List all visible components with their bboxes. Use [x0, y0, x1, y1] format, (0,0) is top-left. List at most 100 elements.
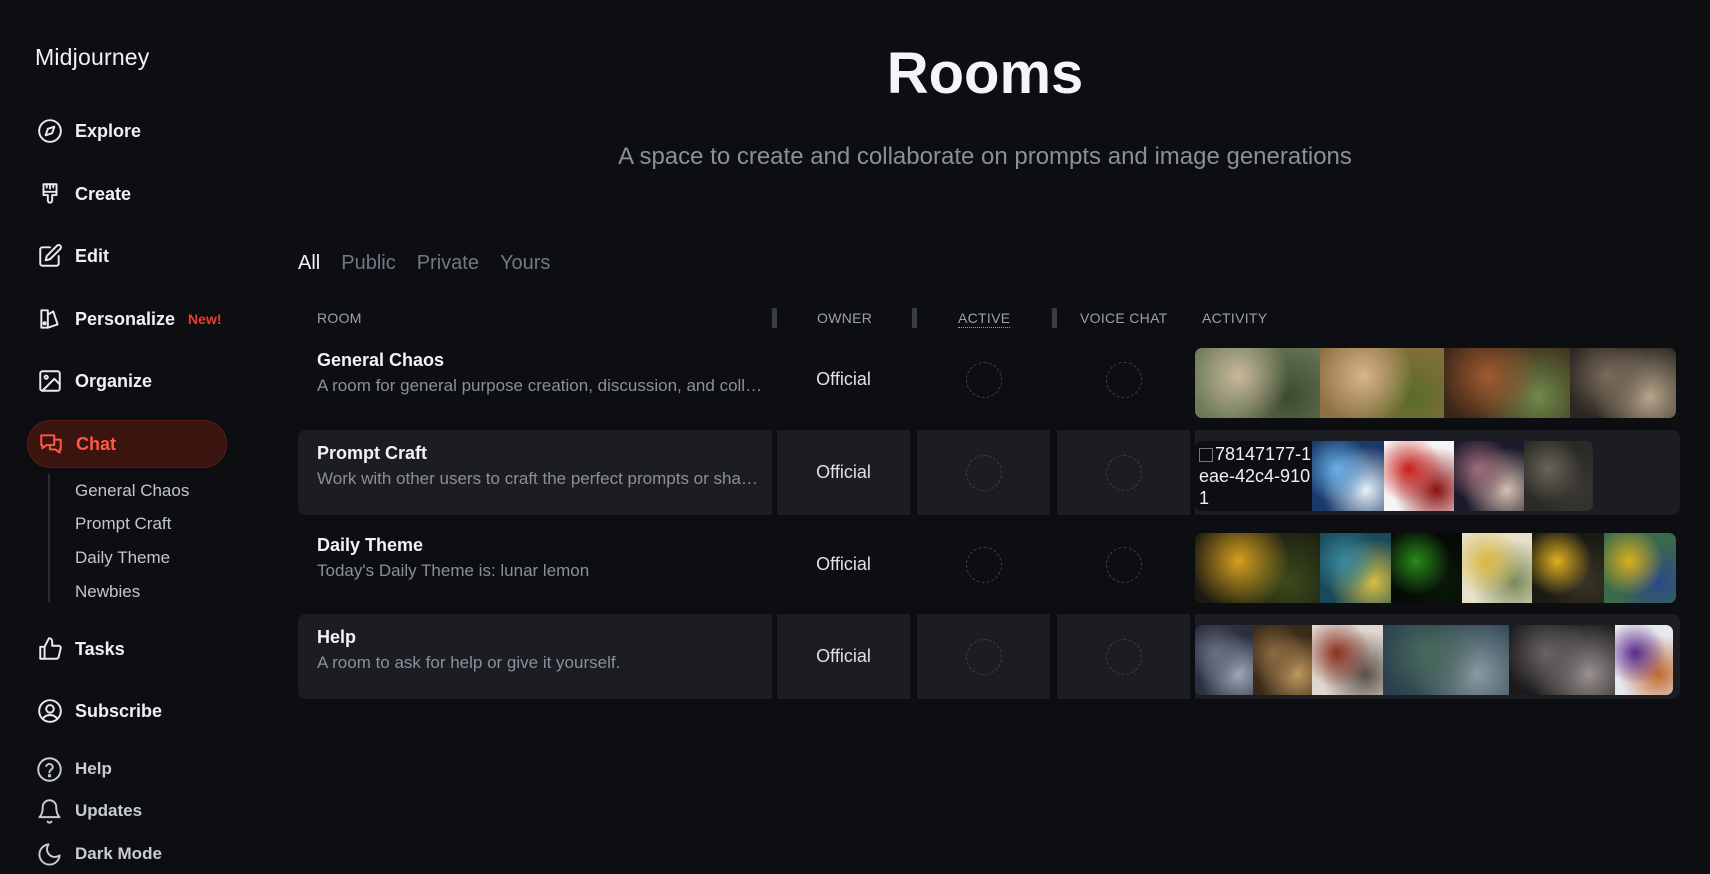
activity-thumbnail[interactable] — [1312, 625, 1383, 695]
activity-thumbnail[interactable] — [1462, 533, 1532, 603]
room-cell: General Chaos A room for general purpose… — [298, 337, 772, 422]
sidebar-item-dark-mode[interactable]: Dark Mode — [35, 838, 162, 870]
table-row[interactable]: Prompt Craft Work with other users to cr… — [298, 430, 1680, 515]
activity-thumbnail[interactable] — [1444, 348, 1570, 418]
room-description: Today's Daily Theme is: lunar lemon — [317, 561, 590, 580]
active-cell — [917, 614, 1050, 699]
sidebar-item-updates[interactable]: Updates — [35, 795, 142, 827]
sidebar-item-label: Personalize — [75, 308, 176, 329]
activity-thumbnail[interactable] — [1454, 441, 1524, 511]
active-users-placeholder — [965, 361, 1002, 398]
room-cell: Help A room to ask for help or give it y… — [298, 614, 772, 699]
activity-thumbnail[interactable] — [1195, 348, 1320, 418]
activity-thumbnail[interactable] — [1604, 533, 1676, 603]
compass-icon — [37, 118, 63, 144]
active-users-placeholder — [965, 454, 1002, 491]
sidebar-subitem-prompt-craft[interactable]: Prompt Craft — [75, 514, 171, 534]
room-name[interactable]: Prompt Craft — [317, 443, 427, 464]
activity-thumbnail[interactable] — [1524, 441, 1593, 511]
sidebar-item-label: Tasks — [75, 638, 125, 659]
activity-thumbnail[interactable] — [1320, 348, 1444, 418]
new-badge: New! — [188, 311, 222, 327]
sidebar-subitem-general-chaos[interactable]: General Chaos — [75, 481, 189, 501]
activity-thumbnail[interactable] — [1570, 348, 1676, 418]
thumbs-up-icon — [37, 636, 63, 662]
column-header-owner[interactable]: OWNER — [817, 310, 872, 326]
activity-thumbnail[interactable] — [1509, 625, 1615, 695]
paintbrush-icon — [37, 181, 63, 207]
activity-thumbnail[interactable] — [1615, 625, 1673, 695]
owner-name: Official — [816, 646, 871, 666]
column-header-room[interactable]: ROOM — [317, 310, 362, 326]
activity-cell — [1195, 522, 1680, 607]
tab-yours[interactable]: Yours — [500, 252, 550, 275]
bell-icon — [35, 797, 63, 825]
activity-thumbnail[interactable] — [1383, 625, 1509, 695]
owner-cell: Official — [777, 522, 910, 607]
activity-cell — [1195, 337, 1680, 422]
activity-thumbnail[interactable] — [1320, 533, 1391, 603]
chat-icon — [38, 431, 64, 457]
table-row[interactable]: Help A room to ask for help or give it y… — [298, 614, 1680, 699]
sidebar-item-label: Chat — [76, 433, 116, 454]
activity-thumbnail[interactable] — [1195, 533, 1320, 603]
activity-thumbnail[interactable] — [1532, 533, 1604, 603]
owner-cell: Official — [777, 337, 910, 422]
sidebar-item-chat[interactable]: Chat — [27, 420, 227, 468]
tab-public[interactable]: Public — [341, 252, 395, 275]
room-description: A room for general purpose creation, dis… — [317, 376, 763, 395]
tab-private[interactable]: Private — [417, 252, 479, 275]
filter-tabs: All Public Private Yours — [298, 252, 550, 275]
table-row[interactable]: General Chaos A room for general purpose… — [298, 337, 1680, 422]
sidebar-subitem-newbies[interactable]: Newbies — [75, 582, 140, 602]
activity-thumbnail[interactable] — [1384, 441, 1454, 511]
broken-image-thumbnail[interactable]: 78147177-1eae-42c4-9101 — [1195, 441, 1312, 511]
sidebar-item-create[interactable]: Create — [27, 170, 227, 218]
activity-thumbnail[interactable] — [1312, 441, 1384, 511]
sidebar-item-personalize[interactable]: Personalize New! — [27, 295, 227, 343]
column-header-active[interactable]: ACTIVE — [958, 310, 1011, 328]
sidebar-item-help[interactable]: Help — [35, 753, 112, 785]
activity-cell: 78147177-1eae-42c4-9101 — [1195, 430, 1680, 515]
sidebar-item-label: Organize — [75, 370, 153, 391]
brand-logo[interactable]: Midjourney — [35, 44, 150, 71]
room-description: A room to ask for help or give it yourse… — [317, 653, 621, 672]
sidebar-subitem-daily-theme[interactable]: Daily Theme — [75, 548, 170, 568]
active-cell — [917, 337, 1050, 422]
column-header-voice-chat[interactable]: VOICE CHAT — [1080, 310, 1168, 326]
user-circle-icon — [37, 698, 63, 724]
sidebar-item-tasks[interactable]: Tasks — [27, 625, 227, 673]
sidebar-item-label: Subscribe — [75, 700, 163, 721]
room-name[interactable]: Daily Theme — [317, 535, 423, 556]
activity-thumbnails — [1195, 625, 1673, 695]
activity-thumbnail[interactable] — [1253, 625, 1312, 695]
column-resize-handle[interactable] — [772, 308, 777, 328]
column-resize-handle[interactable] — [912, 308, 917, 328]
voice-chat-placeholder — [1105, 638, 1142, 675]
sidebar-item-edit[interactable]: Edit — [27, 232, 227, 280]
sidebar-item-label: Create — [75, 183, 132, 204]
owner-cell: Official — [777, 430, 910, 515]
column-header-activity[interactable]: ACTIVITY — [1202, 310, 1267, 326]
activity-thumbnail[interactable] — [1391, 533, 1462, 603]
sidebar-item-organize[interactable]: Organize — [27, 357, 227, 405]
room-name[interactable]: Help — [317, 627, 356, 648]
table-header: ROOM OWNER ACTIVE VOICE CHAT ACTIVITY — [298, 306, 1680, 330]
voice-chat-cell — [1057, 614, 1190, 699]
sidebar-item-label: Explore — [75, 120, 142, 141]
owner-name: Official — [816, 369, 871, 389]
sidebar-item-subscribe[interactable]: Subscribe — [27, 687, 227, 735]
column-resize-handle[interactable] — [1052, 308, 1057, 328]
sidebar-item-label: Updates — [75, 801, 143, 820]
sidebar-item-label: Dark Mode — [75, 844, 162, 863]
sidebar-item-explore[interactable]: Explore — [27, 107, 227, 155]
table-row[interactable]: Daily Theme Today's Daily Theme is: luna… — [298, 522, 1680, 607]
edit-icon — [37, 243, 63, 269]
room-name[interactable]: General Chaos — [317, 350, 444, 371]
owner-cell: Official — [777, 614, 910, 699]
room-cell: Daily Theme Today's Daily Theme is: luna… — [298, 522, 772, 607]
tab-all[interactable]: All — [298, 252, 320, 275]
active-cell — [917, 522, 1050, 607]
activity-thumbnail[interactable] — [1195, 625, 1253, 695]
sidebar: Midjourney Explore Create Edit Personali… — [0, 0, 250, 874]
